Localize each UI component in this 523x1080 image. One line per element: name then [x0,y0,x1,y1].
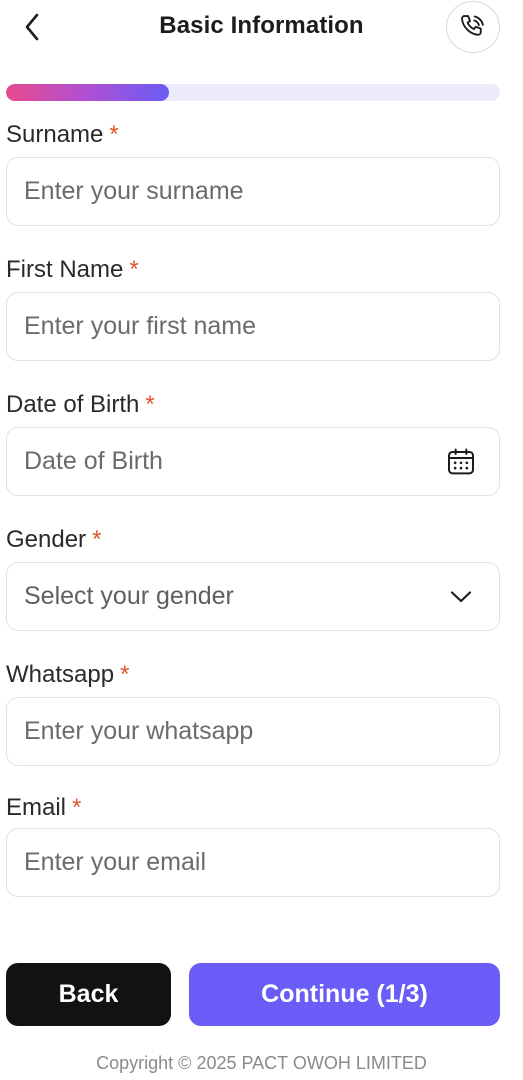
first-name-label: First Name * [6,256,139,283]
first-name-field-group: First Name * [6,256,500,361]
phone-call-icon [461,15,484,36]
required-marker: * [120,661,130,688]
surname-label: Surname * [6,121,119,148]
call-button[interactable] [446,1,500,53]
required-marker: * [129,256,139,283]
continue-button[interactable]: Continue (1/3) [189,963,500,1026]
date-of-birth-field-group: Date of Birth * [6,391,500,496]
email-input-box[interactable] [6,828,500,897]
surname-input-box[interactable] [6,157,500,226]
whatsapp-field-group: Whatsapp * [6,661,500,766]
gender-select-value: Select your gender [24,582,234,610]
copyright-text: Copyright © 2025 PACT OWOH LIMITED [96,1053,427,1073]
required-marker: * [109,121,119,148]
gender-select[interactable]: Select your gender [6,562,500,631]
date-of-birth-input[interactable] [24,447,444,476]
progress-bar-fill [6,84,170,101]
gender-field-group: Gender * Select your gender [6,526,500,631]
surname-input[interactable] [24,177,483,206]
email-field-group: Email * [6,794,500,897]
app-header: Basic Information [0,0,523,56]
email-label: Email * [6,794,82,821]
first-name-input-box[interactable] [6,292,500,361]
email-input[interactable] [24,848,483,877]
back-step-button[interactable]: Back [6,963,171,1026]
whatsapp-input-box[interactable] [6,697,500,766]
required-marker: * [145,391,155,418]
calendar-icon [448,447,474,474]
gender-label: Gender * [6,526,102,553]
gender-dropdown-toggle[interactable] [444,580,478,614]
date-of-birth-input-box[interactable] [6,427,500,496]
page-title: Basic Information [159,12,364,39]
required-marker: * [72,794,82,821]
whatsapp-input[interactable] [24,717,483,746]
surname-field-group: Surname * [6,121,500,226]
date-of-birth-label: Date of Birth * [6,391,155,418]
whatsapp-label: Whatsapp * [6,661,130,688]
required-marker: * [92,526,102,553]
first-name-input[interactable] [24,312,483,341]
chevron-down-icon [450,590,472,602]
progress-bar [6,84,500,101]
calendar-button[interactable] [444,445,478,479]
